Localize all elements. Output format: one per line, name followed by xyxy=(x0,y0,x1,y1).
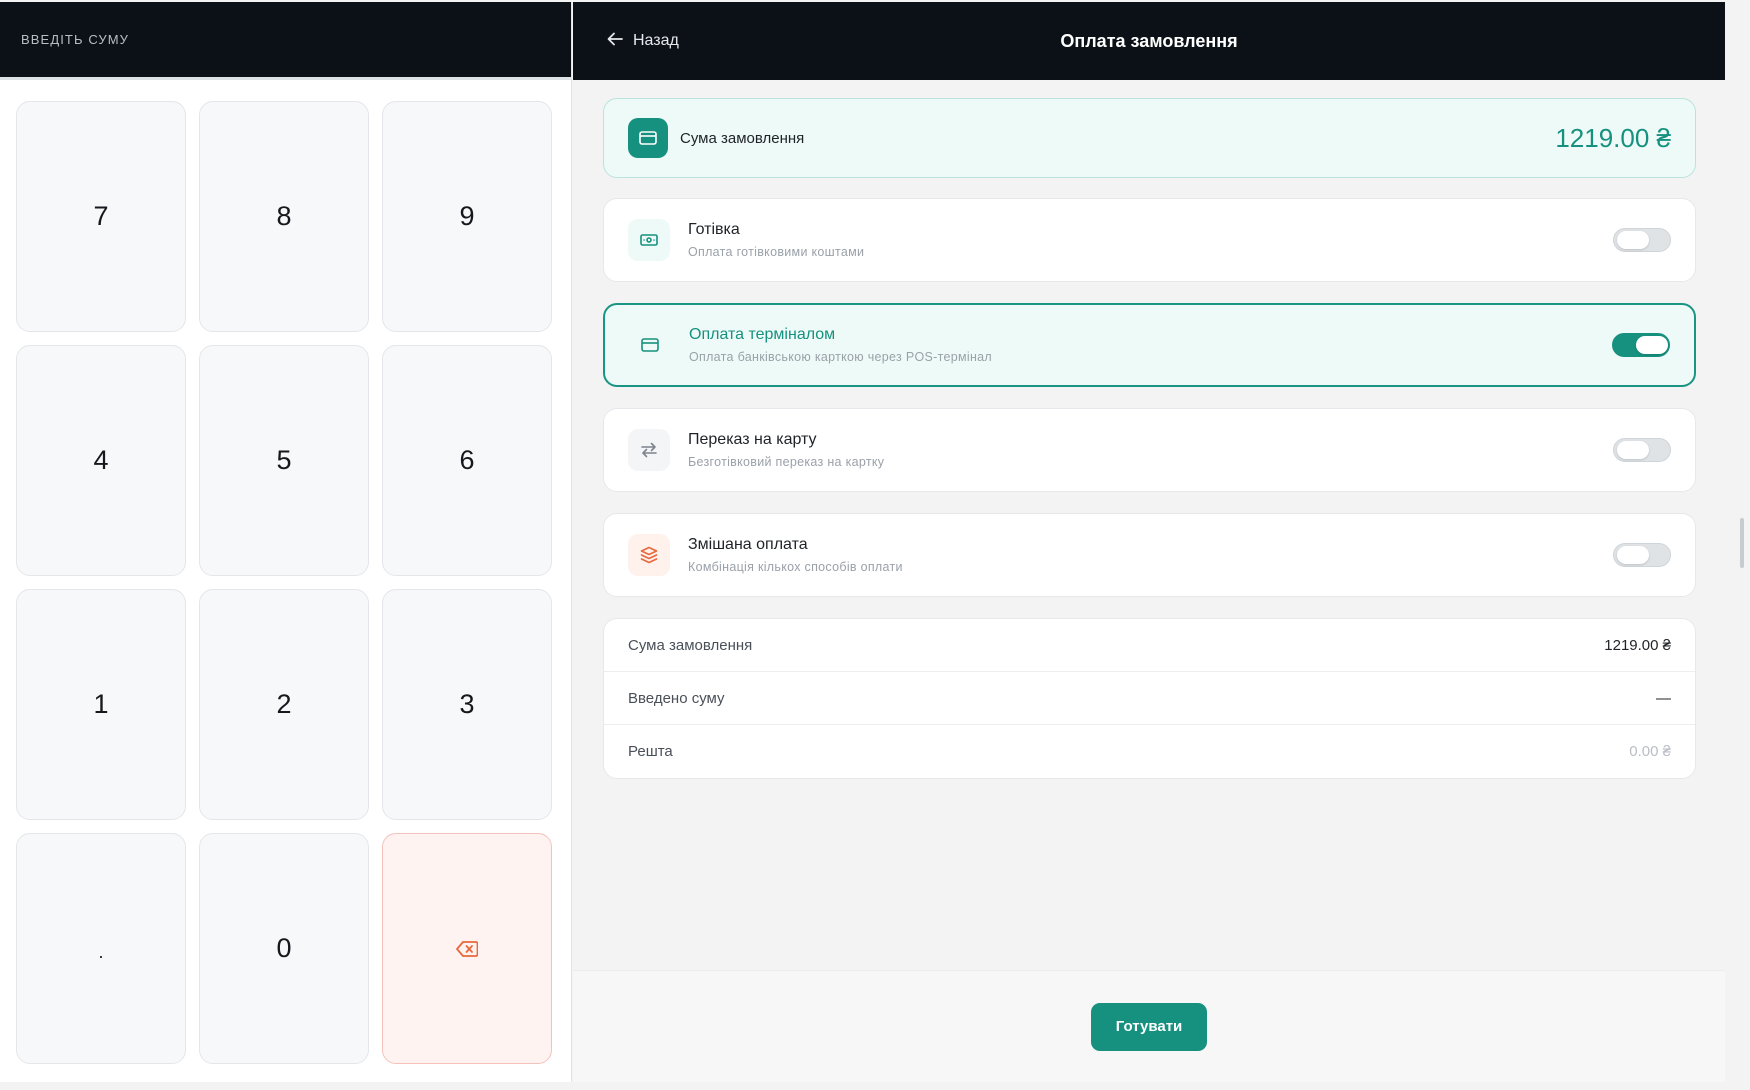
layers-icon xyxy=(628,534,670,576)
cash-toggle[interactable] xyxy=(1613,228,1671,252)
payment-summary: Сума замовлення 1219.00 ₴ Введено суму —… xyxy=(603,618,1696,779)
payment-method-terminal[interactable]: Оплата терміналом Оплата банківською кар… xyxy=(603,303,1696,387)
key-1[interactable]: 1 xyxy=(16,589,186,820)
key-0[interactable]: 0 xyxy=(199,833,369,1064)
keypad-panel: ВВЕДІТЬ СУМУ 7 8 9 4 5 6 1 2 3 . 0 xyxy=(0,2,572,1082)
transfer-icon xyxy=(628,429,670,471)
card-icon xyxy=(629,324,671,366)
payment-method-transfer[interactable]: Переказ на карту Безготівковий переказ н… xyxy=(603,408,1696,492)
cash-icon xyxy=(628,219,670,261)
key-3[interactable]: 3 xyxy=(382,589,552,820)
app-root: ВВЕДІТЬ СУМУ 7 8 9 4 5 6 1 2 3 . 0 Назад… xyxy=(0,0,1750,1090)
summary-row-change: Решта 0.00 ₴ xyxy=(604,725,1695,778)
scroll-handle[interactable] xyxy=(1740,518,1744,568)
numeric-keypad: 7 8 9 4 5 6 1 2 3 . 0 xyxy=(16,101,552,1064)
summary-value: 1219.00 ₴ xyxy=(1604,636,1671,654)
key-7[interactable]: 7 xyxy=(16,101,186,332)
method-subtitle: Безготівковий переказ на картку xyxy=(688,455,885,469)
summary-row-entered: Введено суму — xyxy=(604,672,1695,725)
order-total-value: 1219.00 ₴ xyxy=(1555,122,1671,153)
method-subtitle: Оплата готівковими коштами xyxy=(688,245,865,259)
summary-value: 0.00 ₴ xyxy=(1629,743,1671,760)
terminal-toggle[interactable] xyxy=(1612,333,1670,357)
key-4[interactable]: 4 xyxy=(16,345,186,576)
summary-label: Решта xyxy=(628,743,673,760)
key-decimal[interactable]: . xyxy=(16,833,186,1064)
payment-content: Сума замовлення 1219.00 ₴ Готівка Оплата… xyxy=(603,98,1696,779)
key-5[interactable]: 5 xyxy=(199,345,369,576)
backspace-button[interactable] xyxy=(382,833,552,1064)
summary-label: Введено суму xyxy=(628,689,725,707)
key-6[interactable]: 6 xyxy=(382,345,552,576)
payment-panel: Назад Оплата замовлення Сума замовлення … xyxy=(573,2,1725,1082)
transfer-toggle[interactable] xyxy=(1613,438,1671,462)
summary-row-order-total: Сума замовлення 1219.00 ₴ xyxy=(604,619,1695,672)
amount-prompt: ВВЕДІТЬ СУМУ xyxy=(21,32,130,47)
method-title: Готівка xyxy=(688,221,740,238)
backspace-icon xyxy=(456,933,479,964)
method-title: Оплата терміналом xyxy=(689,326,836,343)
summary-value: — xyxy=(1656,689,1671,707)
key-8[interactable]: 8 xyxy=(199,101,369,332)
method-subtitle: Комбінація кількох способів оплати xyxy=(688,560,903,574)
page-title: Оплата замовлення xyxy=(1060,30,1238,51)
order-total-label: Сума замовлення xyxy=(680,129,805,147)
payment-method-cash[interactable]: Готівка Оплата готівковими коштами xyxy=(603,198,1696,282)
key-2[interactable]: 2 xyxy=(199,589,369,820)
action-footer: Готувати xyxy=(573,970,1725,1082)
method-subtitle: Оплата банківською карткою через POS-тер… xyxy=(689,350,992,364)
method-title: Змішана оплата xyxy=(688,536,808,553)
payment-method-mixed[interactable]: Змішана оплата Комбінація кількох способ… xyxy=(603,513,1696,597)
payment-header: Назад Оплата замовлення xyxy=(573,2,1725,80)
summary-label: Сума замовлення xyxy=(628,636,753,654)
prepare-button[interactable]: Готувати xyxy=(1091,1002,1207,1051)
card-badge-icon xyxy=(628,118,668,158)
method-title: Переказ на карту xyxy=(688,431,817,448)
mixed-toggle[interactable] xyxy=(1613,543,1671,567)
keypad-header: ВВЕДІТЬ СУМУ xyxy=(0,2,571,80)
key-9[interactable]: 9 xyxy=(382,101,552,332)
order-total-card: Сума замовлення 1219.00 ₴ xyxy=(603,98,1696,178)
